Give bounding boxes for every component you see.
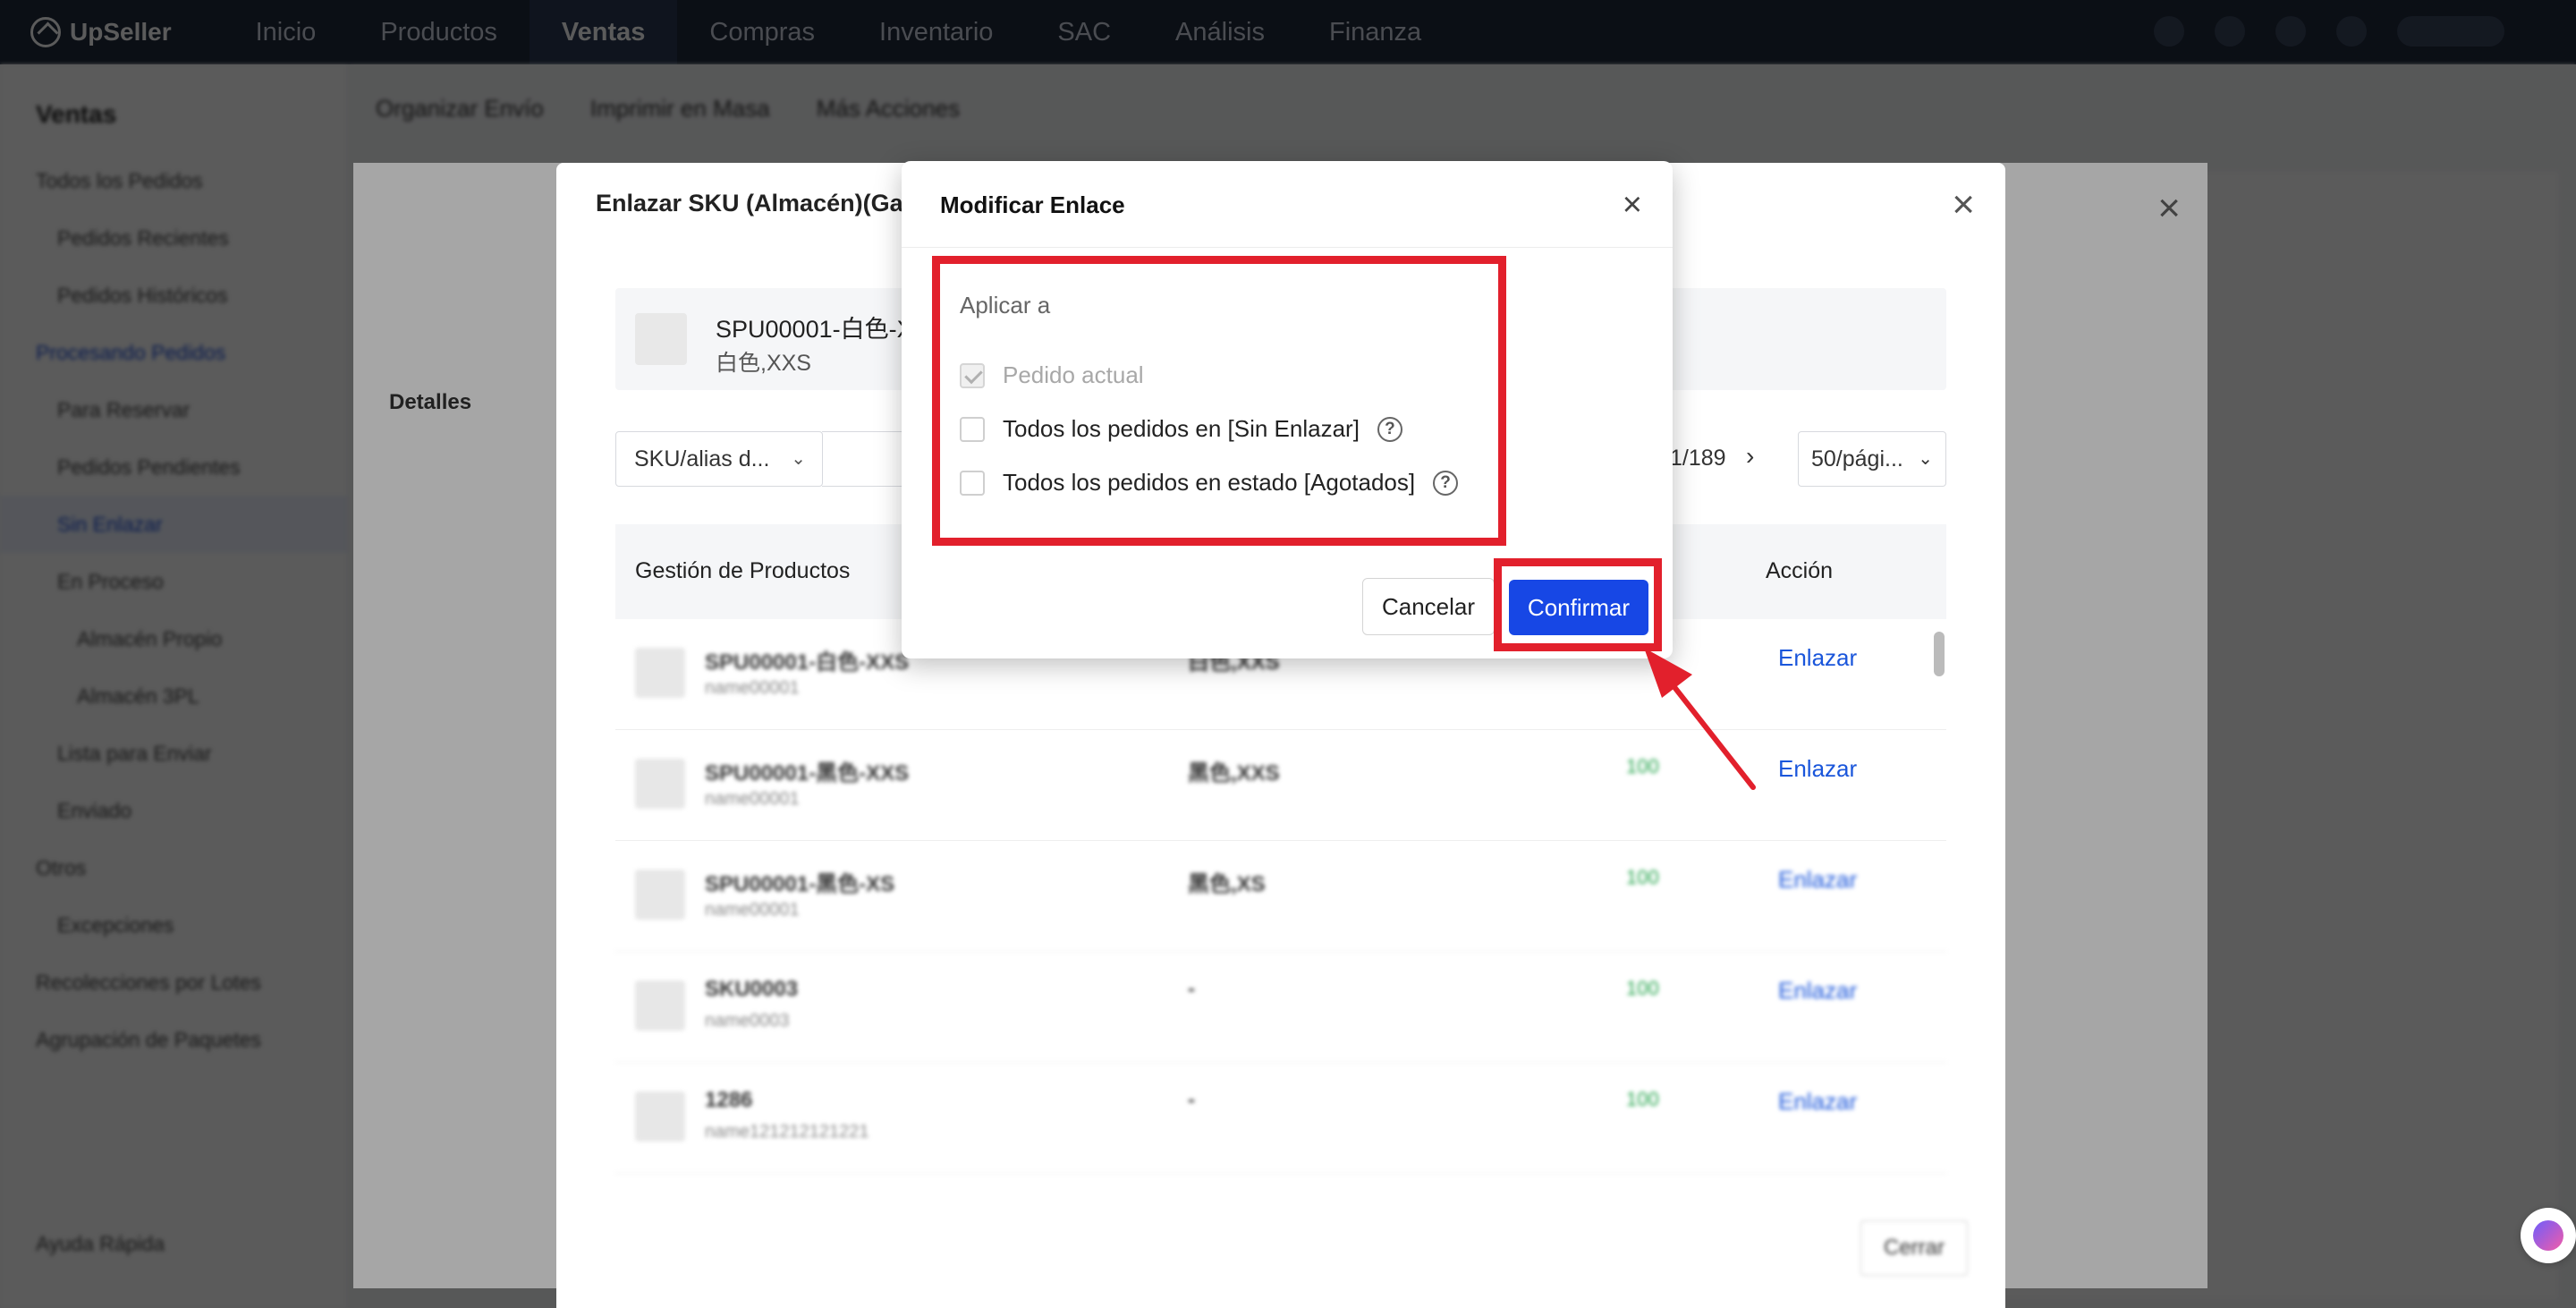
- enlazar-link[interactable]: Enlazar: [1778, 1088, 1857, 1116]
- link-sku-close-icon[interactable]: ×: [1952, 183, 1975, 227]
- row-variant: 黑色,XS: [1188, 872, 1266, 896]
- modify-link-title: Modificar Enlace: [940, 191, 1125, 218]
- row-thumbnail: [635, 1091, 685, 1142]
- column-header-action: Acción: [1766, 558, 1834, 583]
- table-row: SKU0003 name0003 - 100 Enlazar: [615, 952, 1946, 1063]
- row-variant: -: [1188, 1088, 1195, 1112]
- assistant-bubble-icon[interactable]: [2521, 1208, 2576, 1263]
- page-size-value: 50/pági...: [1811, 446, 1903, 471]
- chevron-down-icon: ⌄: [1918, 449, 1933, 469]
- row-sku-sub: name00001: [705, 900, 800, 920]
- page-size-select[interactable]: 50/pági... ⌄: [1798, 431, 1946, 487]
- row-sku-name: SPU00001-黑色-XS: [705, 872, 895, 896]
- row-sku-name: SPU00001-白色-XXS: [705, 650, 910, 675]
- row-thumbnail: [635, 759, 685, 809]
- table-scrollbar[interactable]: [1934, 632, 1945, 676]
- row-stock: 100: [1626, 977, 1659, 999]
- row-sku-sub: name0003: [705, 1011, 790, 1031]
- row-sku-sub: name121212121221: [705, 1122, 869, 1142]
- row-sku-name: SPU00001-黑色-XXS: [705, 761, 910, 786]
- cancel-button[interactable]: Cancelar: [1362, 578, 1495, 635]
- search-type-value: SKU/alias d...: [634, 446, 770, 471]
- product-thumbnail: [635, 313, 687, 365]
- next-page-icon[interactable]: ›: [1746, 442, 1754, 471]
- row-stock: 100: [1626, 1088, 1659, 1110]
- chevron-down-icon: ⌄: [791, 449, 806, 469]
- pagination-info: 1/189: [1670, 446, 1726, 471]
- row-thumbnail: [635, 870, 685, 920]
- row-sku-sub: name00001: [705, 678, 800, 698]
- enlazar-link[interactable]: Enlazar: [1778, 644, 1857, 672]
- annotation-highlight-options: [932, 256, 1506, 546]
- annotation-highlight-confirm: [1494, 558, 1662, 651]
- row-variant: -: [1188, 977, 1195, 1001]
- row-stock: 100: [1626, 866, 1659, 888]
- row-sku-sub: name00001: [705, 789, 800, 809]
- row-thumbnail: [635, 981, 685, 1031]
- dialog-close-icon[interactable]: ×: [1623, 186, 1642, 225]
- dialog-divider: [902, 247, 1673, 248]
- enlazar-link[interactable]: Enlazar: [1778, 977, 1857, 1005]
- row-sku-name: 1286: [705, 1088, 753, 1112]
- row-sku-name: SKU0003: [705, 977, 799, 1001]
- enlazar-link[interactable]: Enlazar: [1778, 755, 1857, 783]
- table-row: 1286 name121212121221 - 100 Enlazar: [615, 1063, 1946, 1174]
- product-variant: 白色,XXS: [716, 351, 811, 376]
- table-row: SPU00001-黑色-XS name00001 黑色,XS 100 Enlaz…: [615, 841, 1946, 952]
- search-type-select[interactable]: SKU/alias d... ⌄: [615, 431, 823, 487]
- annotation-arrow-icon: [1644, 648, 1756, 790]
- enlazar-link[interactable]: Enlazar: [1778, 866, 1857, 894]
- cerrar-button[interactable]: Cerrar: [1860, 1220, 1968, 1276]
- row-variant: 黑色,XXS: [1188, 761, 1280, 786]
- row-thumbnail: [635, 648, 685, 698]
- column-header-product: Gestión de Productos: [635, 558, 851, 583]
